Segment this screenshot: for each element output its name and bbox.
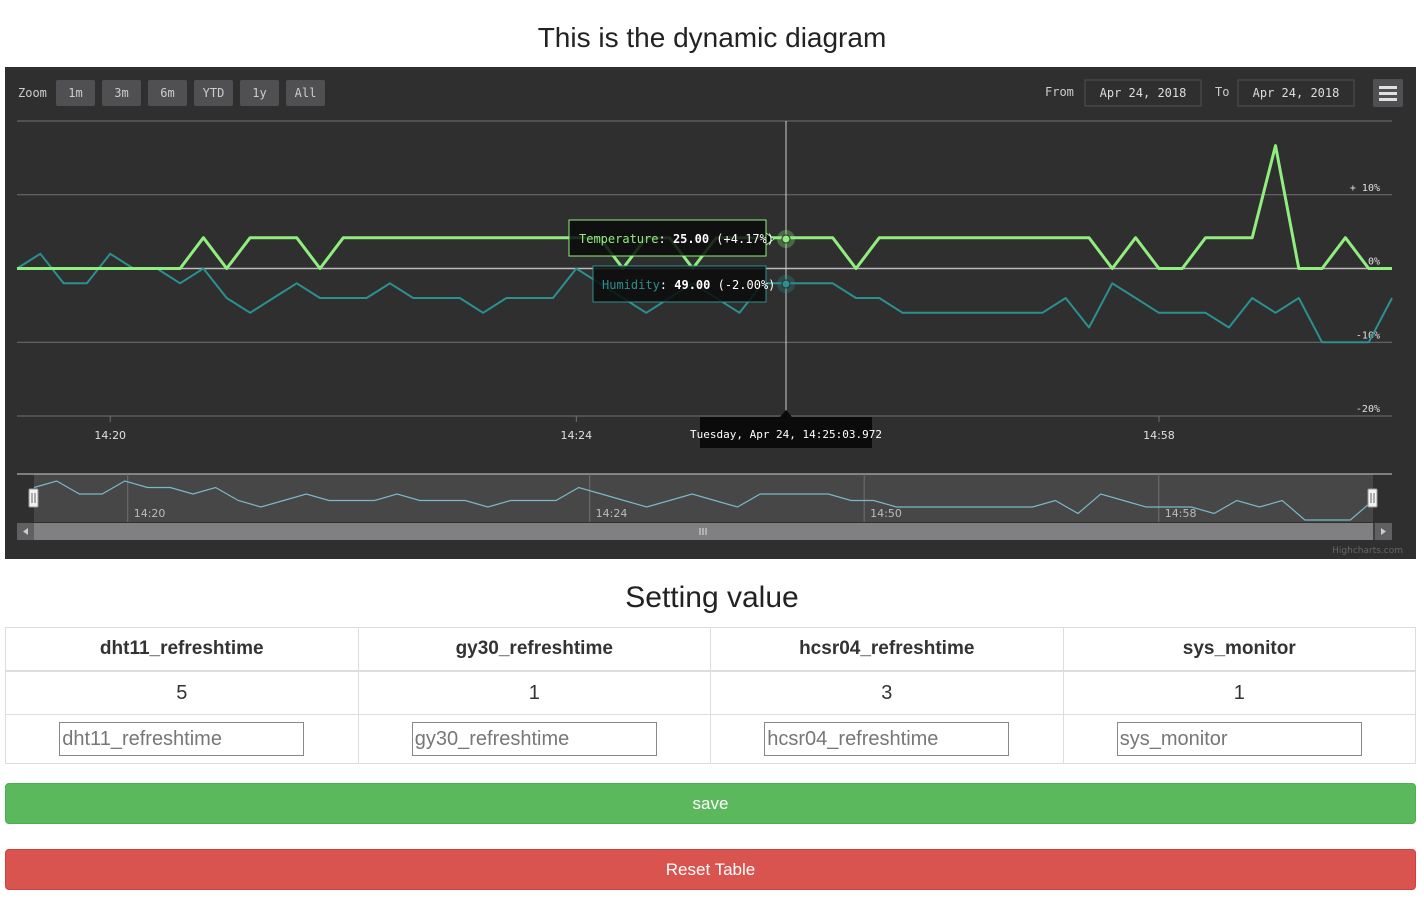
context-menu-button[interactable] [1373,79,1403,107]
reset-table-button[interactable]: Reset Table [5,849,1416,890]
zoom-button-label: 1m [68,86,82,100]
column-header-dht11: dht11_refreshtime [5,627,359,672]
current-values-row: 5 1 3 1 [5,670,1416,715]
zoom-button-1m[interactable]: 1m [56,80,95,106]
temperature-tooltip: Temperature: 25.00 (+4.17%) [568,219,775,257]
x-tick-label: 14:24 [560,429,592,442]
navigator-tick-label: 14:24 [596,507,628,520]
tooltip-humidity-value: 49.00 [674,278,710,292]
zoom-button-label: 6m [160,86,174,100]
zoom-button-label: YTD [203,86,225,100]
column-header-hcsr04: hcsr04_refreshtime [710,627,1064,672]
save-button[interactable]: save [5,783,1416,824]
gy30-refreshtime-input[interactable] [411,722,657,756]
hcsr04-refreshtime-input[interactable] [764,722,1010,756]
sys-monitor-input[interactable] [1116,722,1362,756]
column-header-gy30: gy30_refreshtime [357,627,711,672]
zoom-button-label: 3m [114,86,128,100]
scrollbar-right-button[interactable] [1375,523,1392,540]
from-date-value: Apr 24, 2018 [1100,86,1187,100]
tooltip-humidity-change: (-2.00%) [718,278,776,292]
y-tick-label: -20% [1356,404,1380,415]
value-sys-monitor: 1 [1062,670,1416,715]
svg-text:Humidity: 49.00 (-2.00%): Humidity: 49.00 (-2.00%) [602,278,775,292]
y-tick-label: -10% [1356,330,1380,341]
svg-text:Temperature: 25.00 (+4.17%): Temperature: 25.00 (+4.17%) [579,232,774,246]
zoom-button-label: All [295,86,317,100]
settings-table: dht11_refreshtime gy30_refreshtime hcsr0… [5,627,1416,764]
navigator-handle-right[interactable] [1367,488,1378,508]
zoom-button-label: 1y [252,86,266,100]
navigator-tick-label: 14:20 [134,507,166,520]
tooltip-humidity-label: Humidity [602,278,660,292]
zoom-button-3m[interactable]: 3m [102,80,141,106]
navigator[interactable]: 14:20 14:24 14:50 14:58 [17,473,1392,522]
from-label: From [1045,85,1074,99]
tooltip-temperature-label: Temperature [579,232,658,246]
value-gy30: 1 [357,670,711,715]
value-hcsr04: 3 [710,670,1064,715]
input-row [5,714,1416,764]
navigator-handle-left[interactable] [28,488,39,508]
chart-canvas: Zoom 1m 3m 6m YTD 1y All From Apr 24, 2018 To… [16,79,1403,556]
scrollbar[interactable] [17,523,1392,540]
tooltip-date: Tuesday, Apr 24, 14:25:03.972 [690,428,882,441]
navigator-tick-label: 14:58 [1165,507,1197,520]
scrollbar-left-button[interactable] [17,523,34,540]
zoom-buttons: 1m 3m 6m YTD 1y All [56,80,325,106]
temperature-hover-marker [781,234,791,244]
settings-header-row: dht11_refreshtime gy30_refreshtime hcsr0… [5,627,1416,672]
navigator-tick-label: 14:50 [870,507,902,520]
humidity-tooltip: Humidity: 49.00 (-2.00%) [592,265,775,303]
y-tick-label: + 10% [1350,183,1380,194]
column-header-sys-monitor: sys_monitor [1062,627,1416,672]
x-axis-labels: 14:20 14:24 14:58 [94,416,1175,442]
zoom-button-ytd[interactable]: YTD [194,80,233,106]
zoom-label: Zoom [18,86,47,100]
zoom-button-all[interactable]: All [286,80,325,106]
stock-chart: Zoom 1m 3m 6m YTD 1y All From Apr 24, 2018 To… [5,67,1416,559]
credits-link[interactable]: Highcharts.com [1332,546,1403,556]
humidity-hover-marker [781,279,791,289]
to-label: To [1215,85,1229,99]
x-tick-label: 14:58 [1143,429,1175,442]
y-axis-labels: + 10% 0% -10% -20% [1350,183,1380,415]
page-title: This is the dynamic diagram [537,22,887,53]
tooltip-temperature-value: 25.00 [673,232,709,246]
hamburger-icon [1379,86,1397,101]
zoom-button-6m[interactable]: 6m [148,80,187,106]
x-tick-label: 14:20 [94,429,126,442]
dht11-refreshtime-input[interactable] [59,722,305,756]
tooltip-temperature-change: (+4.17%) [716,232,774,246]
y-tick-label: 0% [1368,257,1380,268]
value-dht11: 5 [5,670,359,715]
to-date-value: Apr 24, 2018 [1253,86,1340,100]
settings-title: Setting value [625,581,799,614]
zoom-button-1y[interactable]: 1y [240,80,279,106]
